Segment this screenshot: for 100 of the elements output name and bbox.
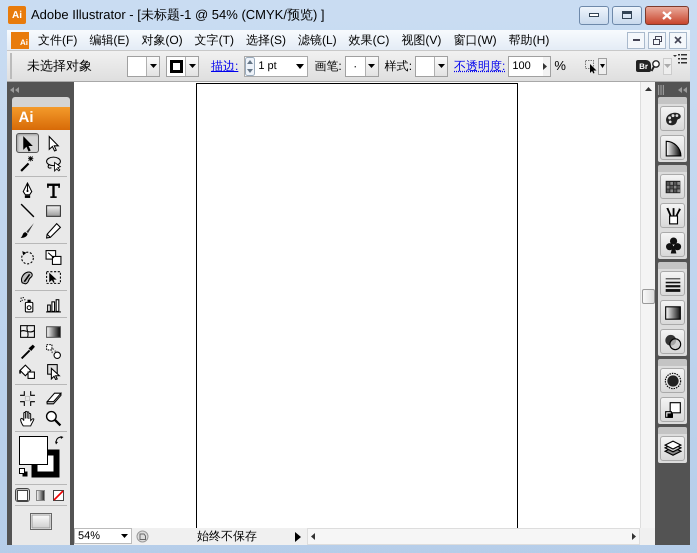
menu-item[interactable]: 滤镜(L) — [292, 31, 343, 49]
panel-button[interactable] — [660, 106, 685, 131]
menu-item[interactable]: 文件(F) — [32, 31, 84, 49]
panel-button[interactable] — [660, 271, 685, 296]
style-label: 样式: — [384, 58, 412, 75]
menu-item[interactable]: 窗口(W) — [447, 31, 503, 49]
spray-can-icon — [19, 296, 36, 312]
selection-arrow-icon[interactable] — [584, 58, 598, 74]
scroll-up-icon[interactable] — [644, 87, 652, 91]
type-tool-icon — [45, 182, 62, 198]
panel-button[interactable] — [660, 397, 685, 422]
vertical-scrollbar[interactable] — [640, 82, 655, 528]
color-mode-button[interactable] — [15, 488, 30, 502]
scroll-left-icon[interactable] — [311, 533, 315, 540]
stroke-weight-field[interactable]: 1 pt — [244, 56, 308, 76]
eraser-icon — [45, 390, 62, 406]
magnifier-icon — [651, 60, 660, 72]
brush-dropdown[interactable]: · — [344, 56, 379, 76]
menu-item[interactable]: 编辑(E) — [83, 31, 136, 49]
close-button[interactable] — [669, 32, 687, 48]
panel-button[interactable] — [660, 300, 685, 325]
appearance-circle-icon — [664, 372, 682, 390]
menu-item[interactable]: 帮助(H) — [502, 31, 556, 49]
status-icon — [136, 530, 149, 543]
panel-button[interactable] — [660, 203, 685, 228]
panel-button[interactable] — [660, 174, 685, 199]
app-icon: Ai — [8, 6, 26, 24]
brush-label: 画笔: — [314, 58, 342, 75]
style-dropdown[interactable] — [415, 56, 448, 76]
panel-menu-icon[interactable] — [673, 54, 687, 64]
menu-item[interactable]: 选择(S) — [240, 31, 292, 49]
tool-button[interactable] — [16, 133, 39, 153]
zoom-value: 54% — [78, 528, 100, 544]
caret-icon — [368, 64, 376, 68]
scroll-thumb[interactable] — [642, 289, 654, 304]
hand-icon — [19, 410, 36, 426]
restore-icon — [652, 36, 662, 44]
stroke-weight-value: 1 pt — [258, 58, 277, 74]
minimize-icon — [632, 39, 640, 41]
none-swatch-icon — [53, 490, 64, 500]
minimize-icon — [589, 13, 599, 17]
minimize-button[interactable] — [627, 32, 645, 48]
menu-item[interactable]: 文字(T) — [188, 31, 240, 49]
percent-sign: % — [554, 57, 566, 76]
caret-icon — [296, 64, 304, 68]
maximize-icon — [622, 11, 632, 19]
gradient-swatch-icon — [35, 490, 46, 500]
selection-icon — [45, 362, 62, 380]
stroke-dropdown[interactable] — [166, 56, 199, 76]
panel-button[interactable] — [660, 329, 685, 354]
graphic-styles-icon — [664, 400, 682, 418]
screen-mode-icon — [30, 513, 52, 530]
menu-item[interactable]: 效果(C) — [342, 31, 396, 49]
magic-wand-icon — [19, 154, 36, 172]
bridge-logo: Br — [636, 60, 651, 72]
rotate-icon — [19, 248, 36, 266]
options-dropdown[interactable] — [598, 58, 607, 74]
menu-item[interactable]: 对象(O) — [135, 31, 189, 49]
selection-status: 未选择对象 — [27, 57, 93, 76]
color-guide-icon — [664, 138, 682, 156]
gradient-mode-button[interactable] — [33, 488, 48, 502]
panel-button[interactable] — [660, 436, 685, 461]
app-logo: Ai — [12, 107, 70, 130]
screen-mode-button[interactable] — [30, 512, 52, 530]
restore-button[interactable] — [648, 32, 666, 48]
fill-dropdown[interactable] — [127, 56, 160, 76]
caret-icon — [438, 64, 445, 68]
opacity-link[interactable]: 不透明度: — [454, 57, 506, 75]
opacity-field[interactable]: 100 — [508, 56, 552, 76]
eyedropper-icon — [19, 342, 36, 360]
collapse-icon[interactable] — [10, 86, 19, 92]
maximize-button[interactable] — [612, 6, 642, 24]
mesh-icon — [19, 322, 36, 340]
menu-item[interactable]: 视图(V) — [395, 31, 448, 49]
collapse-icon[interactable] — [678, 86, 687, 92]
close-icon — [662, 10, 672, 20]
panel-button[interactable] — [660, 232, 685, 257]
caret-icon — [150, 64, 156, 68]
panel-button[interactable] — [660, 368, 685, 393]
scroll-right-icon[interactable] — [632, 533, 636, 540]
minimize-button[interactable] — [579, 6, 609, 24]
window-title: Adobe Illustrator - [未标题-1 @ 54% (CMYK/预览) ] — [31, 6, 324, 24]
document-icon: Ai — [11, 32, 29, 48]
panel-button[interactable] — [660, 135, 685, 160]
stroke-swatch — [170, 60, 182, 72]
layers-icon — [664, 440, 682, 458]
bridge-button[interactable]: Br — [636, 60, 660, 72]
color-swatch-icon — [17, 490, 28, 500]
blend-icon — [45, 342, 62, 360]
caret-icon — [188, 64, 196, 68]
spinner-icon — [245, 56, 256, 76]
close-button[interactable] — [645, 6, 689, 24]
none-mode-button[interactable] — [51, 488, 66, 502]
crop-marks-icon — [19, 390, 36, 406]
stroke-link[interactable]: 描边: — [211, 57, 238, 75]
gradient-icon — [664, 304, 682, 322]
horizontal-scrollbar[interactable] — [307, 528, 640, 545]
grip-icon[interactable] — [658, 84, 664, 94]
zoom-dropdown[interactable]: 54% — [74, 528, 132, 544]
caret-icon — [121, 534, 128, 538]
